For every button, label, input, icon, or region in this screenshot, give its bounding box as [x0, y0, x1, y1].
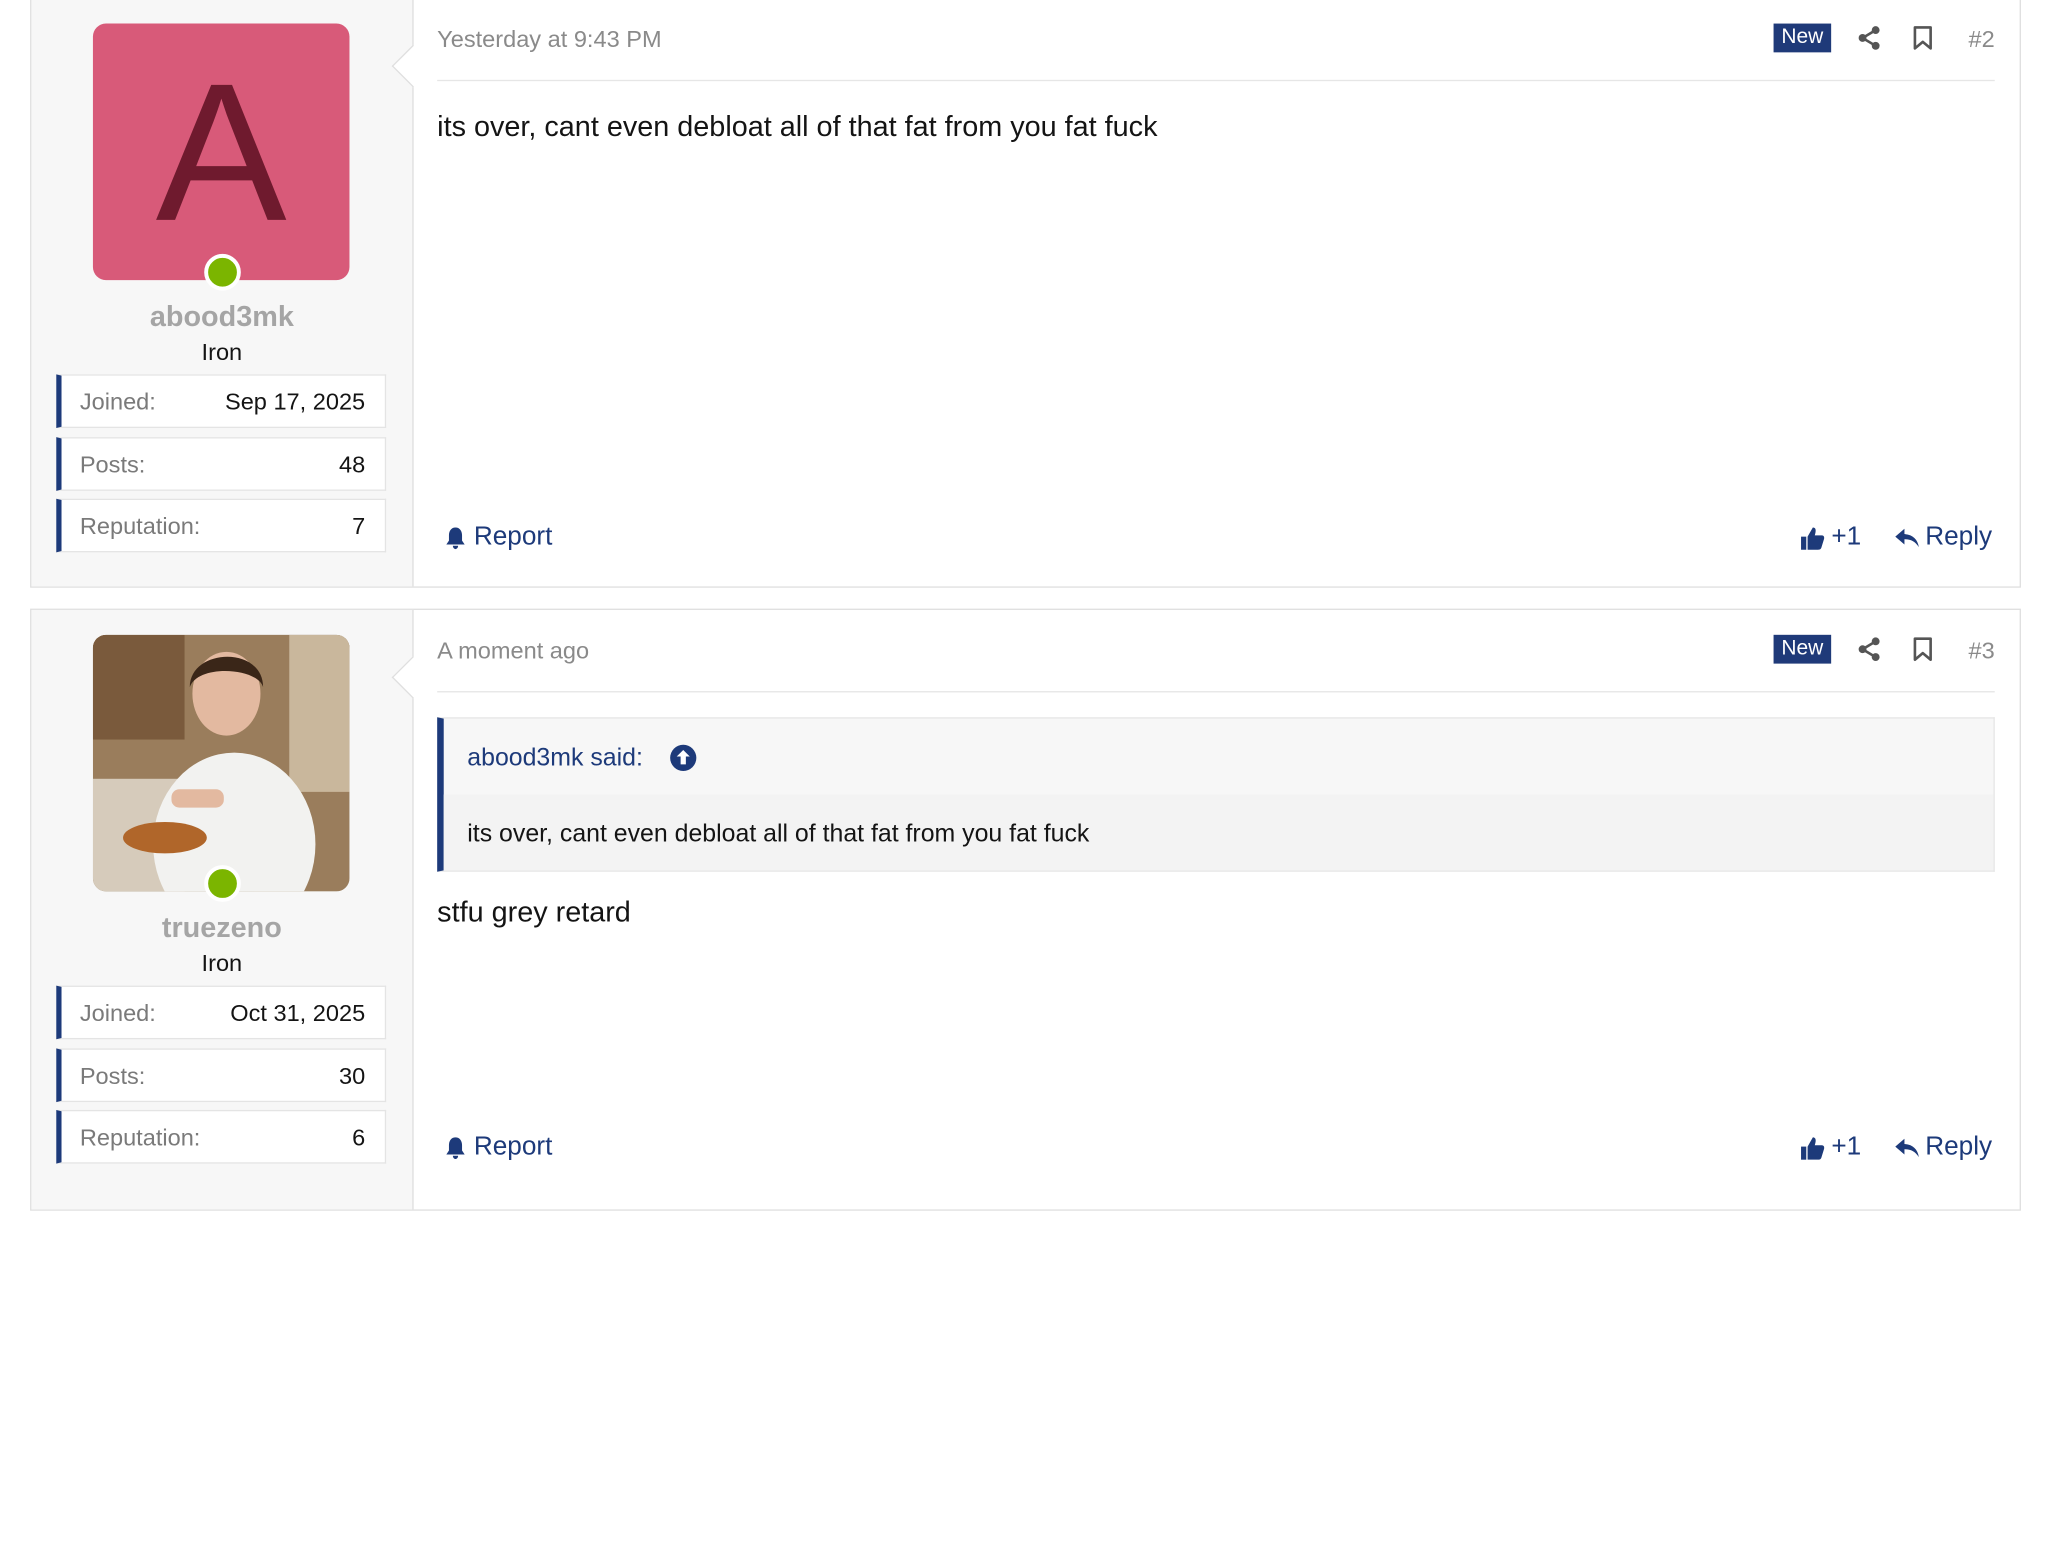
online-status-indicator — [204, 253, 241, 291]
post-author-panel: truezeno Iron Joined: Oct 31, 2025 Posts… — [31, 609, 435, 1210]
new-badge: New — [1773, 23, 1832, 53]
stat-label: Posts: — [79, 1062, 146, 1090]
post-number[interactable]: #2 — [1969, 26, 1995, 53]
avatar[interactable]: A — [92, 23, 350, 281]
stat-label: Joined: — [79, 999, 156, 1027]
post-message: its over, cant even debloat all of that … — [437, 109, 1158, 143]
stat-reputation: Reputation: 6 — [56, 1109, 387, 1164]
reply-label: Reply — [1925, 522, 1993, 552]
share-icon[interactable] — [1856, 25, 1882, 51]
reply-arrow-icon — [1895, 528, 1919, 547]
bookmark-icon[interactable] — [1910, 25, 1936, 51]
stat-joined: Joined: Oct 31, 2025 — [56, 985, 387, 1040]
post-author-panel: A abood3mk Iron Joined: Sep 17, 2025 Pos… — [31, 0, 435, 587]
avatar-photo — [92, 634, 350, 892]
post: A abood3mk Iron Joined: Sep 17, 2025 Pos… — [30, 0, 2021, 588]
reply-button[interactable]: Reply — [1894, 522, 1992, 552]
stat-label: Posts: — [79, 451, 146, 478]
like-count: +1 — [1831, 1132, 1862, 1161]
thumbs-up-icon — [1801, 526, 1825, 550]
username[interactable]: abood3mk — [31, 300, 412, 334]
post-number[interactable]: #3 — [1969, 637, 1995, 664]
post-date[interactable]: A moment ago — [437, 637, 589, 664]
stat-value: 6 — [352, 1124, 366, 1151]
share-icon[interactable] — [1856, 636, 1882, 662]
like-count: +1 — [1831, 522, 1862, 552]
post-content: Yesterday at 9:43 PM New #2 its over, ca… — [437, 0, 1995, 586]
stat-value: Oct 31, 2025 — [230, 999, 366, 1027]
stat-value: 30 — [338, 1062, 366, 1090]
post-content: A moment ago New #3 abood3mk said: its o… — [437, 610, 1995, 1209]
quote-author[interactable]: abood3mk said: — [467, 745, 643, 774]
reply-arrow-icon — [1895, 1138, 1919, 1157]
thumbs-up-icon — [1801, 1136, 1825, 1160]
post-date[interactable]: Yesterday at 9:43 PM — [437, 26, 661, 53]
report-label: Report — [473, 1132, 553, 1161]
like-button[interactable]: +1 — [1800, 522, 1861, 552]
bell-icon — [446, 1136, 465, 1159]
stat-value: 7 — [352, 513, 366, 540]
post-message: stfu grey retard — [437, 895, 631, 929]
user-rank: Iron — [201, 950, 243, 977]
quote-block: abood3mk said: its over, cant even deblo… — [437, 717, 1995, 872]
username[interactable]: truezeno — [31, 911, 412, 945]
stat-joined: Joined: Sep 17, 2025 — [56, 374, 387, 429]
like-button[interactable]: +1 — [1800, 1132, 1861, 1162]
stat-label: Reputation: — [79, 513, 201, 540]
post-header: A moment ago New #3 — [437, 610, 1995, 693]
arrow-up-circle-icon[interactable] — [669, 743, 698, 772]
stat-value: Sep 17, 2025 — [224, 388, 366, 415]
post: truezeno Iron Joined: Oct 31, 2025 Posts… — [30, 608, 2021, 1211]
reply-button[interactable]: Reply — [1894, 1132, 1992, 1162]
avatar[interactable] — [92, 634, 350, 892]
user-rank: Iron — [201, 339, 243, 366]
stat-reputation: Reputation: 7 — [56, 498, 387, 553]
stat-label: Joined: — [79, 388, 156, 415]
report-button[interactable]: Report — [442, 1132, 552, 1162]
report-button[interactable]: Report — [442, 522, 552, 552]
bookmark-icon[interactable] — [1910, 636, 1936, 662]
stat-posts: Posts: 30 — [56, 1048, 387, 1103]
report-label: Report — [473, 522, 553, 552]
post-header: Yesterday at 9:43 PM New #2 — [437, 0, 1995, 82]
online-status-indicator — [204, 865, 241, 902]
reply-label: Reply — [1925, 1132, 1993, 1161]
stat-posts: Posts: 48 — [56, 437, 387, 491]
bell-icon — [446, 526, 465, 549]
stat-label: Reputation: — [79, 1124, 201, 1151]
quote-text: its over, cant even debloat all of that … — [443, 794, 1994, 871]
stat-value: 48 — [338, 451, 366, 478]
new-badge: New — [1773, 634, 1832, 664]
thread-page: A abood3mk Iron Joined: Sep 17, 2025 Pos… — [0, 0, 2048, 1560]
